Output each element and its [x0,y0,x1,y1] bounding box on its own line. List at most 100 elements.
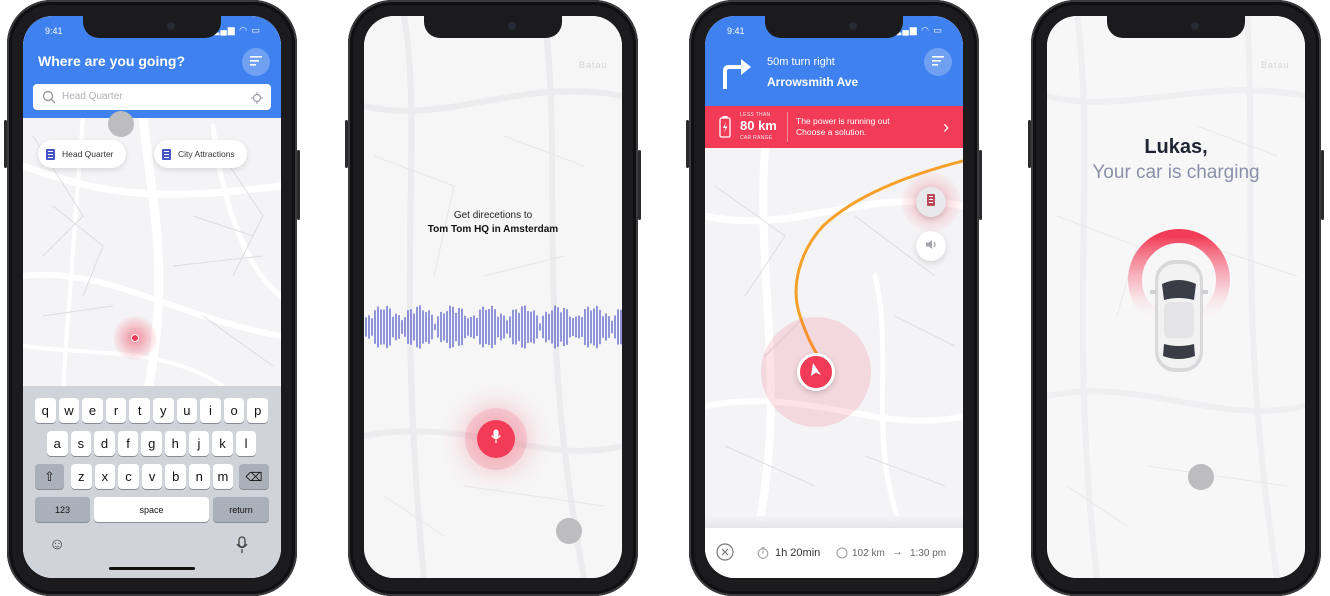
key-n[interactable]: n [189,464,210,489]
status-time: 9:41 [727,26,745,36]
touch-indicator [1188,464,1214,490]
microphone-icon [491,429,501,449]
chevron-right-icon: › [943,117,949,137]
arrow-right-icon: → [892,546,903,558]
phone-voice: Batau Get direcetions to Tom Tom HQ in A… [345,0,641,596]
street-name: Arrowsmith Ave [767,75,859,89]
trip-summary-bar: 1h 20min 102 km → 1:30 pm [705,528,963,578]
phone-search: 9:41 ▂▄▆ ◠ ▭ Where are you going? Head Q… [4,0,300,596]
key-h[interactable]: h [165,431,186,456]
charging-status: Your car is charging [1092,162,1260,183]
emoji-icon[interactable]: ☺ [49,536,65,554]
turn-right-icon [719,56,753,95]
car-top-view [1150,260,1208,372]
notch [765,16,903,38]
chip-label: Head Quarter [62,149,114,159]
delete-key[interactable]: ⌫ [239,464,269,489]
menu-button[interactable] [924,48,952,76]
key-v[interactable]: v [141,464,163,489]
key-p[interactable]: p [247,398,268,423]
charging-station-icon [926,193,936,212]
location-marker [131,334,139,342]
navigation-arrow-icon [809,362,823,383]
locate-icon[interactable] [251,91,263,109]
map-fade [705,516,963,528]
microphone-icon[interactable] [236,536,248,559]
turn-instruction: 50m turn right [767,56,835,68]
microphone-button[interactable] [477,420,515,458]
return-key[interactable]: return [213,497,269,522]
charging-station-button[interactable] [916,187,946,217]
trip-duration: 1h 20min [775,547,821,559]
menu-button[interactable] [242,48,270,76]
key-c[interactable]: c [118,464,139,489]
key-q[interactable]: q [35,398,56,423]
key-m[interactable]: m [212,464,234,489]
sound-button[interactable] [916,231,946,261]
key-y[interactable]: y [153,398,174,423]
prompt-line1: Get direcetions to [453,210,533,221]
notch [83,16,221,38]
touch-indicator [556,518,582,544]
arrival-time: 1:30 pm [910,548,947,559]
key-k[interactable]: k [212,431,233,456]
key-b[interactable]: b [165,464,186,489]
battery-alert[interactable]: LESS THAN 80 km CAR RANGE The power is r… [705,106,963,148]
map-label: Batau [1261,60,1290,70]
numbers-key[interactable]: 123 [35,497,90,522]
key-e[interactable]: e [82,398,103,423]
notch [424,16,562,38]
close-icon [716,543,734,561]
alert-range: 80 km [740,118,777,133]
menu-icon [932,53,944,71]
user-name: Lukas, [1144,136,1208,158]
notch [1107,16,1245,38]
alert-line1: The power is running out [796,116,890,126]
key-a[interactable]: a [47,431,68,456]
speaker-icon [925,237,938,255]
key-j[interactable]: j [188,431,210,456]
voice-waveform [365,305,622,349]
key-g[interactable]: g [141,431,162,456]
search-placeholder: Head Quarter [62,91,123,102]
charging-screen: Batau Lukas, Your car is charging [1047,16,1305,578]
map-label: Batau [579,60,608,70]
alert-divider [787,112,788,142]
navigation-screen: 9:41 ▂▄▆ ◠ ▭ 50m turn right Arrowsmith A… [705,16,963,578]
key-i[interactable]: i [200,398,221,423]
phone-charging: Batau Lukas, Your car is charging [1028,0,1324,596]
home-indicator [109,567,195,570]
building-icon [162,148,171,160]
search-icon [42,90,56,109]
chip-head-quarter[interactable]: Head Quarter [38,140,126,168]
keyboard: qwertyuiop asdfghjkl zxcvbnm ⇧ ⌫ 123 spa… [23,386,281,578]
phone-navigation: 9:41 ▂▄▆ ◠ ▭ 50m turn right Arrowsmith A… [686,0,982,596]
close-trip-button[interactable] [716,543,734,564]
battery-icon [719,116,731,143]
key-z[interactable]: z [71,464,92,489]
timer-icon [757,547,769,562]
key-l[interactable]: l [235,431,257,456]
key-w[interactable]: w [58,398,80,423]
key-s[interactable]: s [70,431,92,456]
key-r[interactable]: r [105,398,127,423]
key-x[interactable]: x [94,464,116,489]
shift-key[interactable]: ⇧ [35,464,64,489]
building-icon [46,148,55,160]
voice-screen: Batau Get direcetions to Tom Tom HQ in A… [364,16,622,578]
chip-label: City Attractions [178,149,235,159]
chip-city-attractions[interactable]: City Attractions [154,140,247,168]
trip-distance: 102 km [852,548,885,559]
search-input[interactable]: Head Quarter [33,84,271,110]
key-t[interactable]: t [129,398,150,423]
key-d[interactable]: d [94,431,115,456]
alert-line2: Choose a solution. [796,127,867,137]
backspace-icon: ⌫ [245,469,263,484]
key-o[interactable]: o [223,398,245,423]
touch-indicator [108,111,134,137]
key-f[interactable]: f [117,431,139,456]
space-key[interactable]: space [94,497,209,522]
alert-car-range: CAR RANGE [740,135,773,141]
page-title: Where are you going? [38,53,186,69]
key-u[interactable]: u [176,398,198,423]
